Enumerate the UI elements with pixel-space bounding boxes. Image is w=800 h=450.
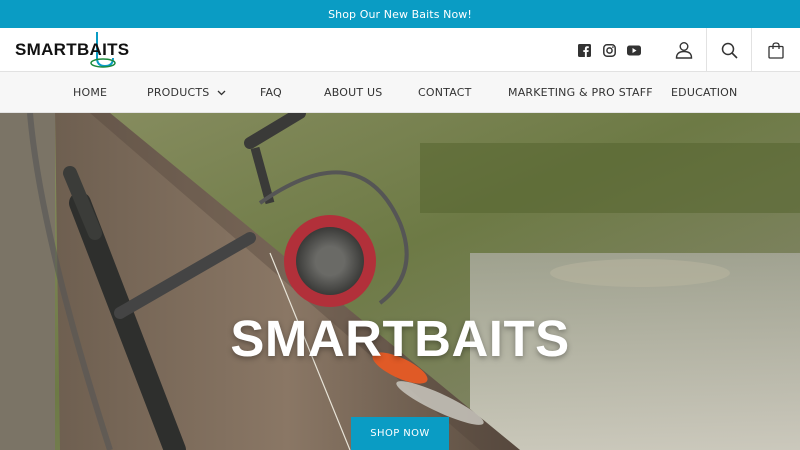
chevron-down-icon [217,90,226,96]
instagram-icon[interactable] [601,42,617,58]
cart-button[interactable] [752,28,800,72]
nav-item-products-label: PRODUCTS [147,86,210,99]
shop-now-button[interactable]: SHOP NOW [351,417,449,450]
nav-item-education[interactable]: EDUCATION [671,72,737,113]
announcement-bar[interactable]: Shop Our New Baits Now! [0,0,800,28]
nav-item-about-us[interactable]: ABOUT US [324,72,382,113]
hero-title: SMARTBAITS [230,310,570,367]
site-logo[interactable]: SMARTBAITS [15,30,175,70]
search-button[interactable] [706,28,752,72]
nav-item-products[interactable]: PRODUCTS [147,72,226,113]
nav-item-contact[interactable]: CONTACT [418,72,472,113]
account-button[interactable] [664,28,704,72]
hero-banner: SMARTBAITS SHOP NOW [0,113,800,450]
nav-item-marketing-pro-staff[interactable]: MARKETING & PRO STAFF [508,72,653,113]
search-icon [721,42,738,59]
site-header: SMARTBAITS [0,28,800,72]
logo-text: SMARTBAITS [15,40,130,59]
nav-item-faq[interactable]: FAQ [260,72,282,113]
youtube-icon[interactable] [626,42,642,58]
facebook-icon[interactable] [576,42,592,58]
main-nav: HOME PRODUCTS FAQ ABOUT US CONTACT MARKE… [0,72,800,113]
user-icon [675,42,693,59]
bag-icon [768,41,784,59]
hero-background-image [0,113,800,450]
nav-item-home[interactable]: HOME [73,72,107,113]
announcement-text[interactable]: Shop Our New Baits Now! [328,8,472,21]
